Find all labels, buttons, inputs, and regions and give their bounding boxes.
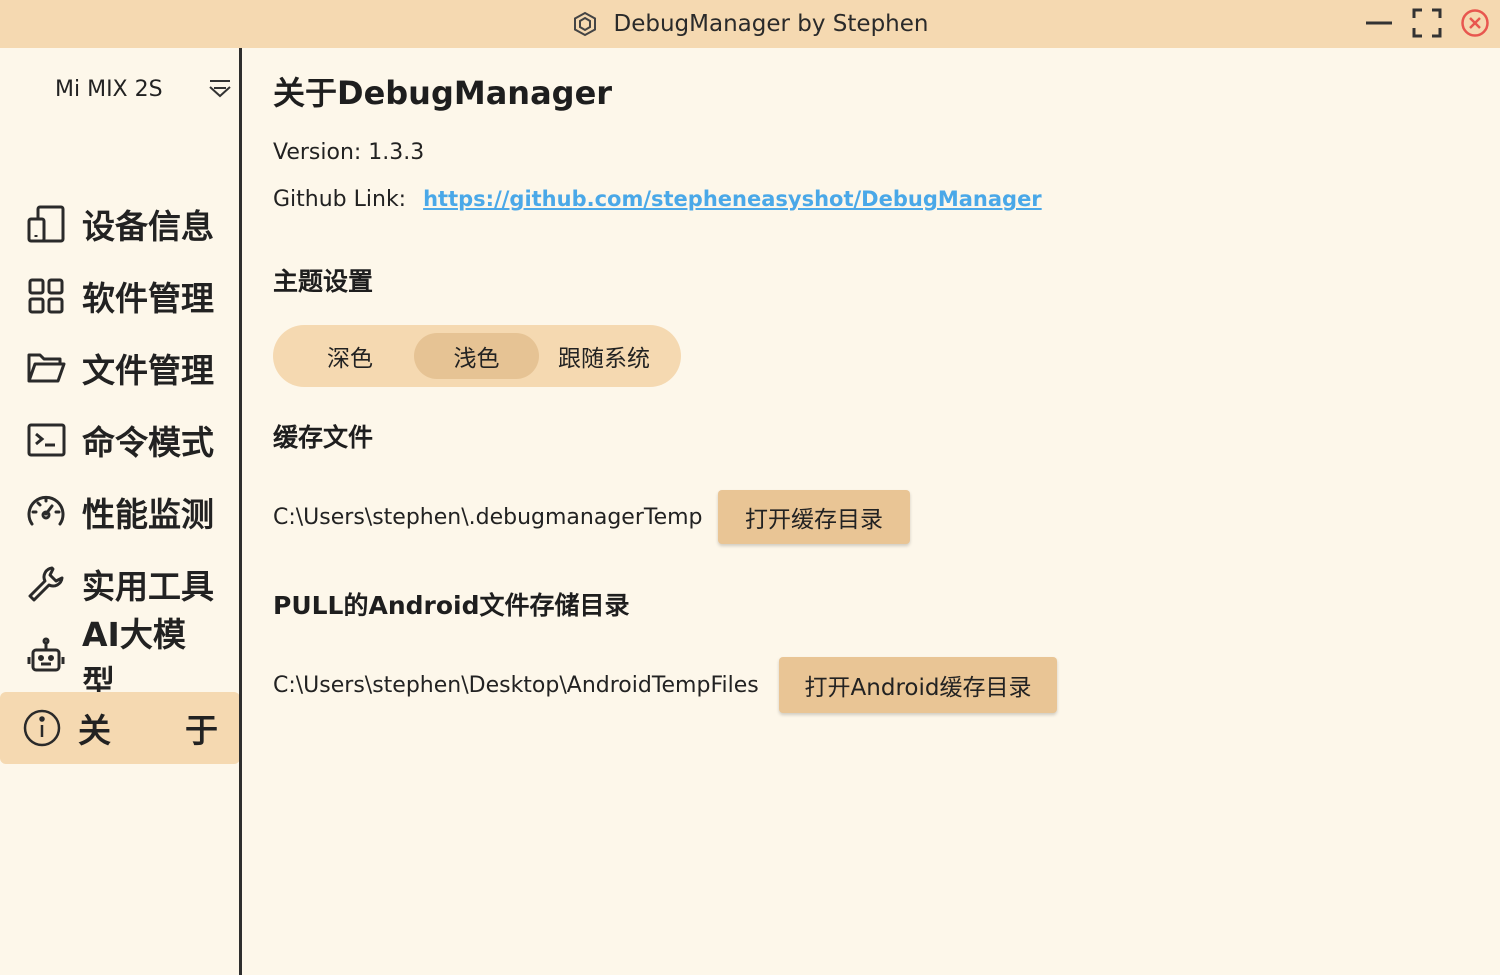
sidebar-item-label: 关 于 [78,704,218,752]
sidebar-item-label: 文件管理 [82,351,214,390]
speedometer-icon [24,490,68,534]
sidebar-item-performance[interactable]: 性能监测 [0,476,240,548]
device-selector[interactable]: Mi MIX 2S [0,68,240,110]
sidebar-item-software[interactable]: 软件管理 [0,260,240,332]
app-hex-icon [572,11,598,37]
theme-segmented-control: 深色 浅色 跟随系统 [273,325,681,387]
cache-path: C:\Users\stephen\.debugmanagerTemp [273,505,703,530]
wrench-icon [24,562,68,606]
minimize-button[interactable] [1364,8,1394,38]
sidebar-item-command[interactable]: 命令模式 [0,404,240,476]
theme-option-system[interactable]: 跟随系统 [541,333,667,379]
sidebar-item-label: 性能监测 [82,495,214,534]
android-dir-path: C:\Users\stephen\Desktop\AndroidTempFile… [273,673,759,698]
github-row: Github Link: https://github.com/stephene… [273,187,1042,212]
sidebar-item-label-right: 于 [185,711,218,750]
sidebar-item-label: 命令模式 [82,423,214,462]
sidebar-item-label-left: 关 [78,711,111,750]
title-bar: DebugManager by Stephen [0,0,1500,48]
close-icon [1461,9,1489,37]
minimize-icon [1366,21,1392,25]
open-cache-dir-button[interactable]: 打开缓存目录 [718,490,910,544]
cache-heading: 缓存文件 [273,423,374,452]
theme-option-light[interactable]: 浅色 [414,333,539,379]
dropdown-chevron-icon[interactable] [207,78,233,100]
sidebar-item-files[interactable]: 文件管理 [0,332,240,404]
close-button[interactable] [1460,8,1490,38]
device-name: Mi MIX 2S [55,76,163,102]
open-android-cache-dir-button[interactable]: 打开Android缓存目录 [779,657,1057,713]
terminal-icon [24,418,68,462]
robot-icon [24,634,68,678]
info-icon [20,706,64,750]
sidebar-item-about[interactable]: 关 于 [0,692,240,764]
theme-option-dark[interactable]: 深色 [287,333,413,379]
sidebar-item-label: AI大模型 [82,615,186,702]
sidebar-item-label: 软件管理 [82,279,214,318]
sidebar-item-label: 设备信息 [82,207,214,246]
sidebar: Mi MIX 2S 设备信息 软件管理 文件管理 命令模式 性能监测 实用工具 … [0,48,240,975]
sidebar-item-device-info[interactable]: 设备信息 [0,188,240,260]
theme-heading: 主题设置 [273,267,374,296]
version-text: Version: 1.3.3 [273,140,425,165]
fullscreen-icon [1412,8,1442,38]
page-title: 关于DebugManager [273,74,613,112]
sidebar-divider [239,48,242,975]
sidebar-item-label: 实用工具 [82,567,214,606]
apps-grid-icon [24,274,68,318]
android-dir-heading: PULL的Android文件存储目录 [273,591,630,620]
folder-icon [24,346,68,390]
fullscreen-button[interactable] [1412,8,1442,38]
window-title: DebugManager by Stephen [613,11,929,37]
device-info-icon [24,202,68,246]
github-link[interactable]: https://github.com/stepheneasyshot/Debug… [423,187,1042,211]
sidebar-item-ai[interactable]: AI大模型 [0,615,240,702]
github-label: Github Link: [273,187,407,212]
